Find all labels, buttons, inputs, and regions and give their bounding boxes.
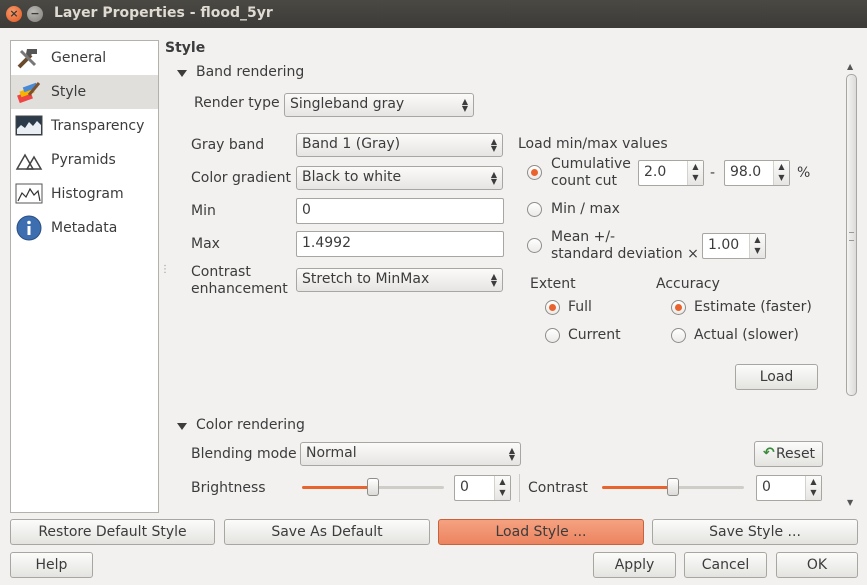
cumulative-label-line1: Cumulative — [551, 156, 631, 172]
sidebar-item-label: Histogram — [51, 186, 124, 202]
undo-icon: ↶ — [763, 445, 775, 461]
max-input[interactable]: 1.4992 — [296, 231, 504, 257]
contrast-label: Contrast — [528, 480, 588, 496]
style-heading: Style — [165, 40, 206, 56]
contrast-enhancement-label-line2: enhancement — [191, 281, 288, 297]
gray-band-label: Gray band — [191, 137, 265, 153]
sidebar-item-pyramids[interactable]: Pyramids — [11, 143, 158, 177]
color-gradient-label: Color gradient — [191, 170, 291, 186]
color-rendering-header[interactable]: Color rendering — [196, 417, 305, 433]
sidebar: General Style Transparency Pyramids Hist… — [10, 40, 159, 513]
extent-full-label: Full — [568, 299, 592, 315]
paintbrush-icon — [15, 79, 43, 105]
contrast-spinbox[interactable]: 0 ▲ ▼ — [756, 475, 822, 501]
min-label: Min — [191, 203, 216, 219]
cumulative-low-spinbox[interactable]: 2.0 ▲ ▼ — [638, 160, 704, 186]
sidebar-item-histogram[interactable]: Histogram — [11, 177, 158, 211]
accuracy-actual-label: Actual (slower) — [694, 327, 799, 343]
help-button[interactable]: Help — [10, 552, 93, 578]
contrast-enhancement-combo[interactable]: Stretch to MinMax ▲ ▼ — [296, 268, 503, 292]
ok-button[interactable]: OK — [776, 552, 858, 578]
collapse-color-rendering-icon[interactable] — [177, 423, 187, 430]
close-window-button[interactable]: × — [6, 6, 22, 22]
brightness-slider-track[interactable] — [373, 486, 444, 489]
sidebar-item-general[interactable]: General — [11, 41, 158, 75]
contrast-slider-track[interactable] — [673, 486, 744, 489]
mean-stddev-radio[interactable] — [527, 238, 542, 253]
cumulative-high-spinbox[interactable]: 98.0 ▲ ▼ — [724, 160, 790, 186]
brightness-spinbox[interactable]: 0 ▲ ▼ — [454, 475, 511, 501]
contrast-slider-handle[interactable] — [667, 478, 679, 496]
extent-full-radio[interactable] — [545, 300, 560, 315]
gray-band-combo[interactable]: Band 1 (Gray) ▲ ▼ — [296, 133, 503, 157]
sidebar-item-style[interactable]: Style — [11, 75, 158, 109]
accuracy-actual-radio[interactable] — [671, 328, 686, 343]
mean-label-line2: standard deviation × — [551, 246, 699, 262]
blending-mode-combo[interactable]: Normal ▲ ▼ — [300, 442, 521, 466]
band-rendering-header[interactable]: Band rendering — [196, 64, 304, 80]
sidebar-item-label: Metadata — [51, 220, 118, 236]
reset-button[interactable]: ↶ Reset — [754, 441, 823, 467]
info-icon — [15, 215, 43, 241]
sidebar-item-label: Transparency — [51, 118, 145, 134]
brightness-slider-handle[interactable] — [367, 478, 379, 496]
max-label: Max — [191, 236, 220, 252]
load-minmax-label: Load min/max values — [518, 136, 668, 152]
sidebar-item-metadata[interactable]: Metadata — [11, 211, 158, 245]
transparency-icon — [15, 113, 43, 139]
extent-current-radio[interactable] — [545, 328, 560, 343]
accuracy-label: Accuracy — [656, 276, 720, 292]
splitter-handle[interactable]: ⋮ — [160, 265, 170, 282]
minmax-label: Min / max — [551, 201, 620, 217]
scrollbar-grip — [849, 232, 854, 241]
divider — [519, 474, 520, 502]
accuracy-estimate-radio[interactable] — [671, 300, 686, 315]
save-style-button[interactable]: Save Style ... — [652, 519, 858, 545]
color-gradient-combo[interactable]: Black to white ▲ ▼ — [296, 166, 503, 190]
cancel-button[interactable]: Cancel — [684, 552, 767, 578]
load-button[interactable]: Load — [735, 364, 818, 390]
min-input[interactable]: 0 — [296, 198, 504, 224]
extent-label: Extent — [530, 276, 576, 292]
accuracy-estimate-label: Estimate (faster) — [694, 299, 812, 315]
extent-current-label: Current — [568, 327, 621, 343]
title-bar: × − Layer Properties - flood_5yr — [0, 0, 867, 28]
render-type-label: Render type — [194, 95, 280, 111]
apply-button[interactable]: Apply — [593, 552, 676, 578]
render-type-combo[interactable]: Singleband gray ▲ ▼ — [284, 93, 474, 117]
scroll-down-arrow[interactable]: ▼ — [847, 498, 853, 507]
brightness-slider-fill — [302, 486, 373, 489]
cumulative-dash: - — [710, 165, 716, 181]
mean-label-line1: Mean +/- — [551, 229, 616, 245]
cumulative-label-line2: count cut — [551, 173, 618, 189]
brightness-label: Brightness — [191, 480, 266, 496]
window-title: Layer Properties - flood_5yr — [54, 5, 273, 21]
blending-mode-label: Blending mode — [191, 446, 297, 462]
cumulative-radio[interactable] — [527, 165, 542, 180]
sidebar-item-transparency[interactable]: Transparency — [11, 109, 158, 143]
stddev-spinbox[interactable]: 1.00 ▲ ▼ — [702, 233, 766, 259]
save-as-default-button[interactable]: Save As Default — [224, 519, 430, 545]
sidebar-item-label: General — [51, 50, 107, 66]
restore-default-style-button[interactable]: Restore Default Style — [10, 519, 215, 545]
contrast-slider-fill — [602, 486, 673, 489]
contrast-enhancement-label-line1: Contrast — [191, 264, 251, 280]
sidebar-item-label: Pyramids — [51, 152, 116, 168]
histogram-icon — [15, 181, 43, 207]
minmax-radio[interactable] — [527, 202, 542, 217]
percent-sign: % — [797, 165, 811, 181]
pyramids-icon — [15, 147, 43, 173]
collapse-band-rendering-icon[interactable] — [177, 70, 187, 77]
load-style-button[interactable]: Load Style ... — [438, 519, 644, 545]
sidebar-item-label: Style — [51, 84, 87, 100]
minimize-window-button[interactable]: − — [27, 6, 43, 22]
tools-icon — [15, 45, 43, 71]
scroll-up-arrow[interactable]: ▲ — [847, 62, 853, 71]
